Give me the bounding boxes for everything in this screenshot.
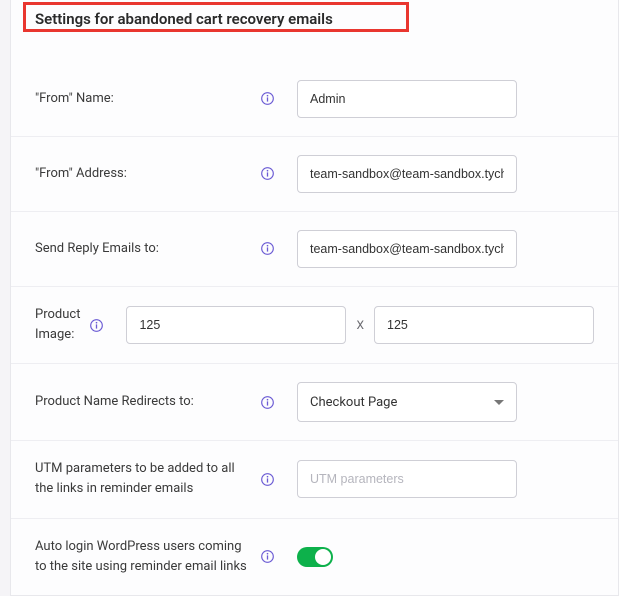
chevron-down-icon xyxy=(494,400,504,405)
label-col: "From" Address: xyxy=(35,164,283,184)
from-address-label: "From" Address: xyxy=(35,164,127,184)
label-col: Product Name Redirects to: xyxy=(35,392,283,412)
control-col: X xyxy=(112,306,594,344)
redirect-select-wrap: Checkout Page xyxy=(297,382,517,422)
info-icon[interactable] xyxy=(260,241,275,256)
utm-label: UTM parameters to be added to all the li… xyxy=(35,459,252,499)
autologin-label: Auto login WordPress users coming to the… xyxy=(35,537,252,577)
redirect-label: Product Name Redirects to: xyxy=(35,392,194,412)
label-col: Product Image: xyxy=(35,305,112,345)
control-col: Checkout Page xyxy=(283,382,594,422)
autologin-toggle[interactable] xyxy=(297,547,333,567)
image-height-input[interactable] xyxy=(374,306,594,344)
info-icon[interactable] xyxy=(260,166,275,181)
label-col: Send Reply Emails to: xyxy=(35,239,283,259)
page-title: Settings for abandoned cart recovery ema… xyxy=(11,0,618,36)
info-icon[interactable] xyxy=(260,395,275,410)
row-redirect: Product Name Redirects to: Checkout Page xyxy=(11,364,618,441)
image-width-input[interactable] xyxy=(126,306,346,344)
label-col: UTM parameters to be added to all the li… xyxy=(35,459,283,499)
label-col: "From" Name: xyxy=(35,89,283,109)
settings-rows: "From" Name: "From" Address: S xyxy=(11,36,618,595)
info-icon[interactable] xyxy=(260,472,275,487)
from-name-input[interactable] xyxy=(297,80,517,118)
control-col xyxy=(283,155,594,193)
from-address-input[interactable] xyxy=(297,155,517,193)
heading-container: Settings for abandoned cart recovery ema… xyxy=(11,0,618,36)
toggle-knob xyxy=(315,549,331,565)
row-from-name: "From" Name: xyxy=(11,62,618,137)
utm-input[interactable] xyxy=(297,460,517,498)
row-autologin: Auto login WordPress users coming to the… xyxy=(11,519,618,595)
redirect-select[interactable]: Checkout Page xyxy=(297,382,517,422)
reply-to-input[interactable] xyxy=(297,230,517,268)
settings-panel: Settings for abandoned cart recovery ema… xyxy=(10,0,619,596)
control-col xyxy=(283,80,594,118)
redirect-selected: Checkout Page xyxy=(310,395,397,410)
info-icon[interactable] xyxy=(260,91,275,106)
reply-to-label: Send Reply Emails to: xyxy=(35,239,159,259)
from-name-label: "From" Name: xyxy=(35,89,114,109)
label-col: Auto login WordPress users coming to the… xyxy=(35,537,283,577)
control-col xyxy=(283,460,594,498)
control-col xyxy=(283,547,594,567)
dimension-separator: X xyxy=(356,318,364,332)
info-icon[interactable] xyxy=(89,318,104,333)
row-utm: UTM parameters to be added to all the li… xyxy=(11,441,618,518)
row-from-address: "From" Address: xyxy=(11,137,618,212)
control-col xyxy=(283,230,594,268)
row-reply-to: Send Reply Emails to: xyxy=(11,212,618,287)
product-image-label: Product Image: xyxy=(35,305,81,345)
info-icon[interactable] xyxy=(260,549,275,564)
row-product-image: Product Image: X xyxy=(11,287,618,364)
